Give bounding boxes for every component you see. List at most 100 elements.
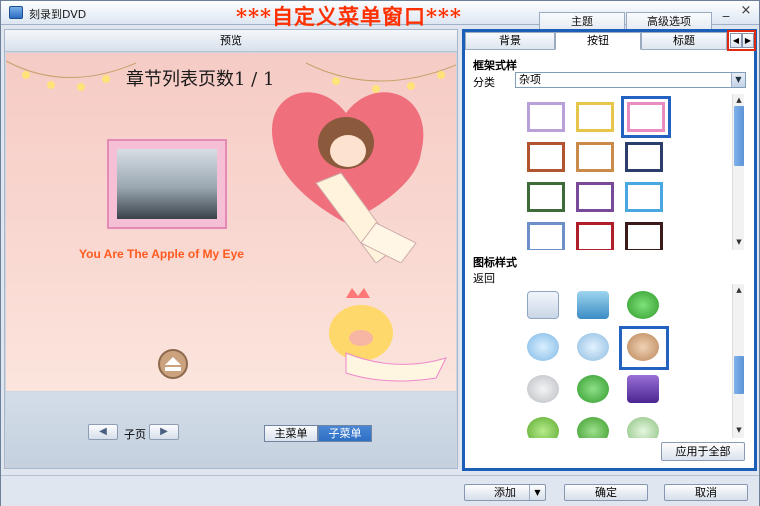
submenu-toggle[interactable]: 子菜单 [318,425,372,442]
frame-option[interactable] [523,178,569,218]
tab-scroll-right-button[interactable]: ▶ [742,33,754,48]
add-button[interactable]: 添加 ▼ [464,484,546,501]
scroll-up-icon[interactable]: ▲ [734,95,744,105]
frame-option[interactable] [523,218,569,250]
scroll-up-icon[interactable]: ▲ [734,285,744,295]
category-value: 杂项 [519,73,541,86]
apply-to-all-button[interactable]: 应用于全部 [661,442,745,461]
scroll-down-icon[interactable]: ▼ [734,425,744,435]
icon-option[interactable] [621,370,667,410]
frame-option-selected[interactable] [621,96,671,138]
frame-thumbnail [625,182,663,212]
icon-option[interactable] [521,328,567,368]
frame-option[interactable] [523,138,569,178]
eject-lime-icon [527,417,559,438]
eject-green-round-icon [627,291,659,319]
icon-option[interactable] [521,412,567,438]
app-window: 刻录到DVD ***自定义菜单窗口*** _ × 主题 高级选项 预览 章节列表… [0,0,760,506]
eject-square-icon [577,291,609,319]
frame-thumbnail [576,222,614,250]
main-menu-toggle[interactable]: 主菜单 [264,425,318,442]
close-button[interactable]: × [738,4,754,19]
pig-illustration [329,288,447,382]
tab-scroll-left-button[interactable]: ◀ [730,33,742,48]
next-page-button[interactable]: ▶ [149,424,179,440]
icon-option[interactable] [571,412,617,438]
frame-thumbnail [576,182,614,212]
frame-thumbnail [527,222,565,250]
frame-option[interactable] [572,98,618,138]
frame-thumbnail [576,142,614,172]
preview-navigation-bar: ◀ 子页 ▶ 主菜单 子菜单 [6,392,456,468]
chapter-thumbnail[interactable] [107,139,227,229]
scrollbar-thumb[interactable] [734,356,744,394]
frame-thumbnail [527,102,565,132]
frame-thumbnail [527,142,565,172]
eject-pale-green-icon [627,417,659,438]
frame-option[interactable] [572,138,618,178]
chevron-right-icon: ▶ [160,426,168,437]
frame-option[interactable] [572,178,618,218]
icon-option[interactable] [521,286,567,326]
frame-thumbnail [527,182,565,212]
return-purple-icon [627,375,659,403]
scrollbar-thumb[interactable] [734,106,744,166]
icon-option[interactable] [571,328,617,368]
eject-gray-icon [527,375,559,403]
return-arrow-icon [527,291,559,319]
minimize-button[interactable]: _ [718,4,734,19]
icon-option[interactable] [571,370,617,410]
frame-option[interactable] [621,218,667,250]
frame-thumbnail [625,222,663,250]
icon-option[interactable] [521,370,567,410]
previous-page-button[interactable]: ◀ [88,424,118,440]
chapter-caption[interactable]: You Are The Apple of My Eye [79,247,244,261]
frame-thumbnail [625,142,663,172]
scroll-down-icon[interactable]: ▼ [734,237,744,247]
frame-style-heading: 框架式样 [473,59,517,72]
ok-button[interactable]: 确定 [564,484,648,501]
menu-preview-canvas[interactable]: 章节列表页数1 / 1 You Are The Apple of My Eye [6,53,456,391]
frame-option[interactable] [572,218,618,250]
icon-style-heading: 图标样式 [473,256,517,269]
chapter-thumbnail-image [117,149,217,219]
eject-green-icon [577,375,609,403]
icon-option[interactable] [571,286,617,326]
heart-chair-girl-illustration [272,92,424,263]
tab-scroll-arrows: ◀ ▶ [727,30,756,51]
window-title: 刻录到DVD [29,8,87,21]
preview-panel: 预览 章节列表页数1 / 1 You Are The Apple of My E… [4,29,458,469]
tab-title[interactable]: 标题 [641,32,727,50]
cancel-button[interactable]: 取消 [664,484,748,501]
page-title: 章节列表页数1 / 1 [126,69,275,90]
category-label: 分类 [473,76,495,89]
icon-option[interactable] [621,286,667,326]
triangle-left-icon: ◀ [732,36,740,45]
frame-option[interactable] [621,138,667,178]
chevron-left-icon: ◀ [99,426,107,437]
triangle-right-icon: ▶ [744,36,752,45]
add-label: 添加 [494,486,516,499]
icon-style-gallery [517,284,745,438]
bottom-button-bar: 添加 ▼ 确定 取消 [1,475,759,506]
tab-background[interactable]: 背景 [465,32,555,50]
return-button-icon[interactable] [157,348,189,380]
tab-buttons[interactable]: 按钮 [555,32,641,50]
chevron-down-icon[interactable]: ▼ [731,73,745,87]
icon-option[interactable] [621,412,667,438]
icon-category-label: 返回 [473,272,495,285]
frame-option[interactable] [523,98,569,138]
eject-bronze-icon [627,333,659,361]
frame-option[interactable] [621,178,667,218]
preview-header: 预览 [5,30,457,52]
icon-gallery-scrollbar[interactable]: ▲ ▼ [732,284,744,438]
frame-thumbnail [627,102,665,132]
frame-style-gallery [517,94,745,250]
chevron-down-icon[interactable]: ▼ [529,485,545,500]
frame-gallery-scrollbar[interactable]: ▲ ▼ [732,94,744,250]
icon-option-selected[interactable] [619,326,669,370]
dvd-burn-icon [9,6,23,19]
subpage-label: 子页 [124,428,146,441]
eject-light-blue-icon [577,333,609,361]
category-dropdown[interactable]: 杂项 ▼ [515,72,746,88]
